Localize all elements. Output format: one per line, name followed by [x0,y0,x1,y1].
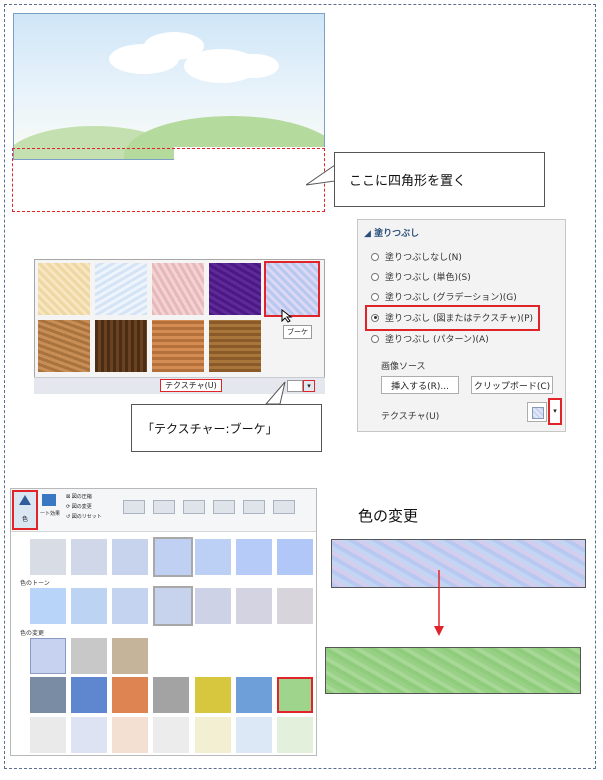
picture-style-thumb[interactable] [213,500,235,514]
clipboard-button[interactable]: クリップボード(C) [471,376,553,394]
picture-style-thumb[interactable] [273,500,295,514]
change-picture-button[interactable]: ⟳ 図の変更 [66,503,92,510]
recolor-swatch-light[interactable] [277,717,313,753]
fill-pane-title[interactable]: ◢ 塗りつぶし [364,226,419,239]
saturation-swatch[interactable] [71,539,107,575]
picture-style-thumb[interactable] [123,500,145,514]
color-button[interactable]: 色 [12,490,38,530]
saturation-swatch-selected[interactable] [153,537,193,577]
saturation-swatch[interactable] [277,539,313,575]
color-icon [19,495,31,505]
image-source-label: 画像ソース [381,362,426,372]
art-effects-icon [42,494,56,506]
texture-oak[interactable] [152,320,204,372]
chevron-down-icon[interactable]: ▾ [548,398,562,425]
fill-option-solid[interactable]: 塗りつぶし (単色)(S) [371,270,471,283]
fill-option-pattern[interactable]: 塗りつぶし (パターン)(A) [371,332,489,345]
texture-bouquet[interactable] [264,261,320,317]
collapse-icon: ◢ [364,229,375,239]
recolor-swatch-sepia[interactable] [112,638,148,674]
picture-style-thumb[interactable] [183,500,205,514]
recolor-swatch-light[interactable] [195,717,231,753]
mouse-cursor-icon [281,309,293,323]
tone-swatch[interactable] [112,588,148,624]
gallery-texture-label: テクスチャ(U) [160,379,222,392]
callout-texture-name: 「テクスチャー:ブーケ」 [131,404,322,452]
fill-option-gradient[interactable]: 塗りつぶし (グラデーション)(G) [371,290,517,303]
texture-water-drops[interactable] [95,263,147,315]
selected-option-highlight [365,305,540,331]
saturation-swatch[interactable] [30,539,66,575]
bouquet-texture-band [331,539,586,588]
radio-icon [371,292,379,301]
art-effects-label[interactable]: ート効果 [40,510,60,517]
tone-swatch-selected[interactable] [153,586,193,626]
recolor-swatch[interactable] [195,677,231,713]
recolor-swatch-grayscale[interactable] [71,638,107,674]
fill-option-none[interactable]: 塗りつぶしなし(N) [371,250,462,263]
radio-icon [371,272,379,281]
saturation-swatch[interactable] [112,539,148,575]
recolor-swatch-light[interactable] [112,717,148,753]
texture-purple-mesh[interactable] [209,263,261,315]
texture-medium-wood[interactable] [209,320,261,372]
tone-swatch[interactable] [195,588,231,624]
callout-place-rect: ここに四角形を置く [334,152,545,207]
callout-tail [306,164,336,186]
insert-button[interactable]: 挿入する(R)... [381,376,459,394]
placement-rect [12,148,325,212]
radio-icon [371,252,379,261]
tone-swatch[interactable] [71,588,107,624]
down-arrow-icon [434,570,444,636]
section-recolor: 色の変更 [20,630,45,637]
texture-walnut[interactable] [95,320,147,372]
recolor-swatch[interactable] [236,677,272,713]
recolor-swatch-light[interactable] [30,717,66,753]
recolor-heading: 色の変更 [358,507,419,525]
cloud [229,54,279,78]
saturation-swatch[interactable] [195,539,231,575]
texture-cork[interactable] [38,320,90,372]
texture-pink-tissue[interactable] [152,263,204,315]
texture-papyrus[interactable] [38,263,90,315]
recolor-swatch[interactable] [30,677,66,713]
reset-picture-button[interactable]: ↺ 図のリセット [66,513,102,520]
texture-gallery [34,259,325,394]
texture-picker-button[interactable] [527,402,547,422]
picture-style-thumb[interactable] [243,500,265,514]
recolor-swatch-light[interactable] [153,717,189,753]
recolor-swatch-light[interactable] [71,717,107,753]
recolor-swatch-green-selected[interactable] [277,677,313,713]
recolor-swatch[interactable] [112,677,148,713]
texture-tooltip: ブーケ [283,325,312,339]
section-tone: 色のトーン [20,580,50,587]
recolor-swatch[interactable] [71,677,107,713]
tone-swatch[interactable] [236,588,272,624]
radio-icon [371,334,379,343]
picture-style-thumb[interactable] [153,500,175,514]
texture-preview-icon [532,407,544,419]
recolor-swatch[interactable] [153,677,189,713]
chevron-down-icon[interactable]: ▾ [303,380,315,392]
recolor-swatch-none[interactable] [30,638,66,674]
recolor-swatch-light[interactable] [236,717,272,753]
saturation-swatch[interactable] [236,539,272,575]
compress-button[interactable]: ⊠ 図の圧縮 [66,493,92,500]
green-texture-band [325,647,581,694]
tone-swatch[interactable] [30,588,66,624]
tone-swatch[interactable] [277,588,313,624]
slide-landscape [13,13,325,160]
texture-label: テクスチャ(U) [381,412,440,422]
